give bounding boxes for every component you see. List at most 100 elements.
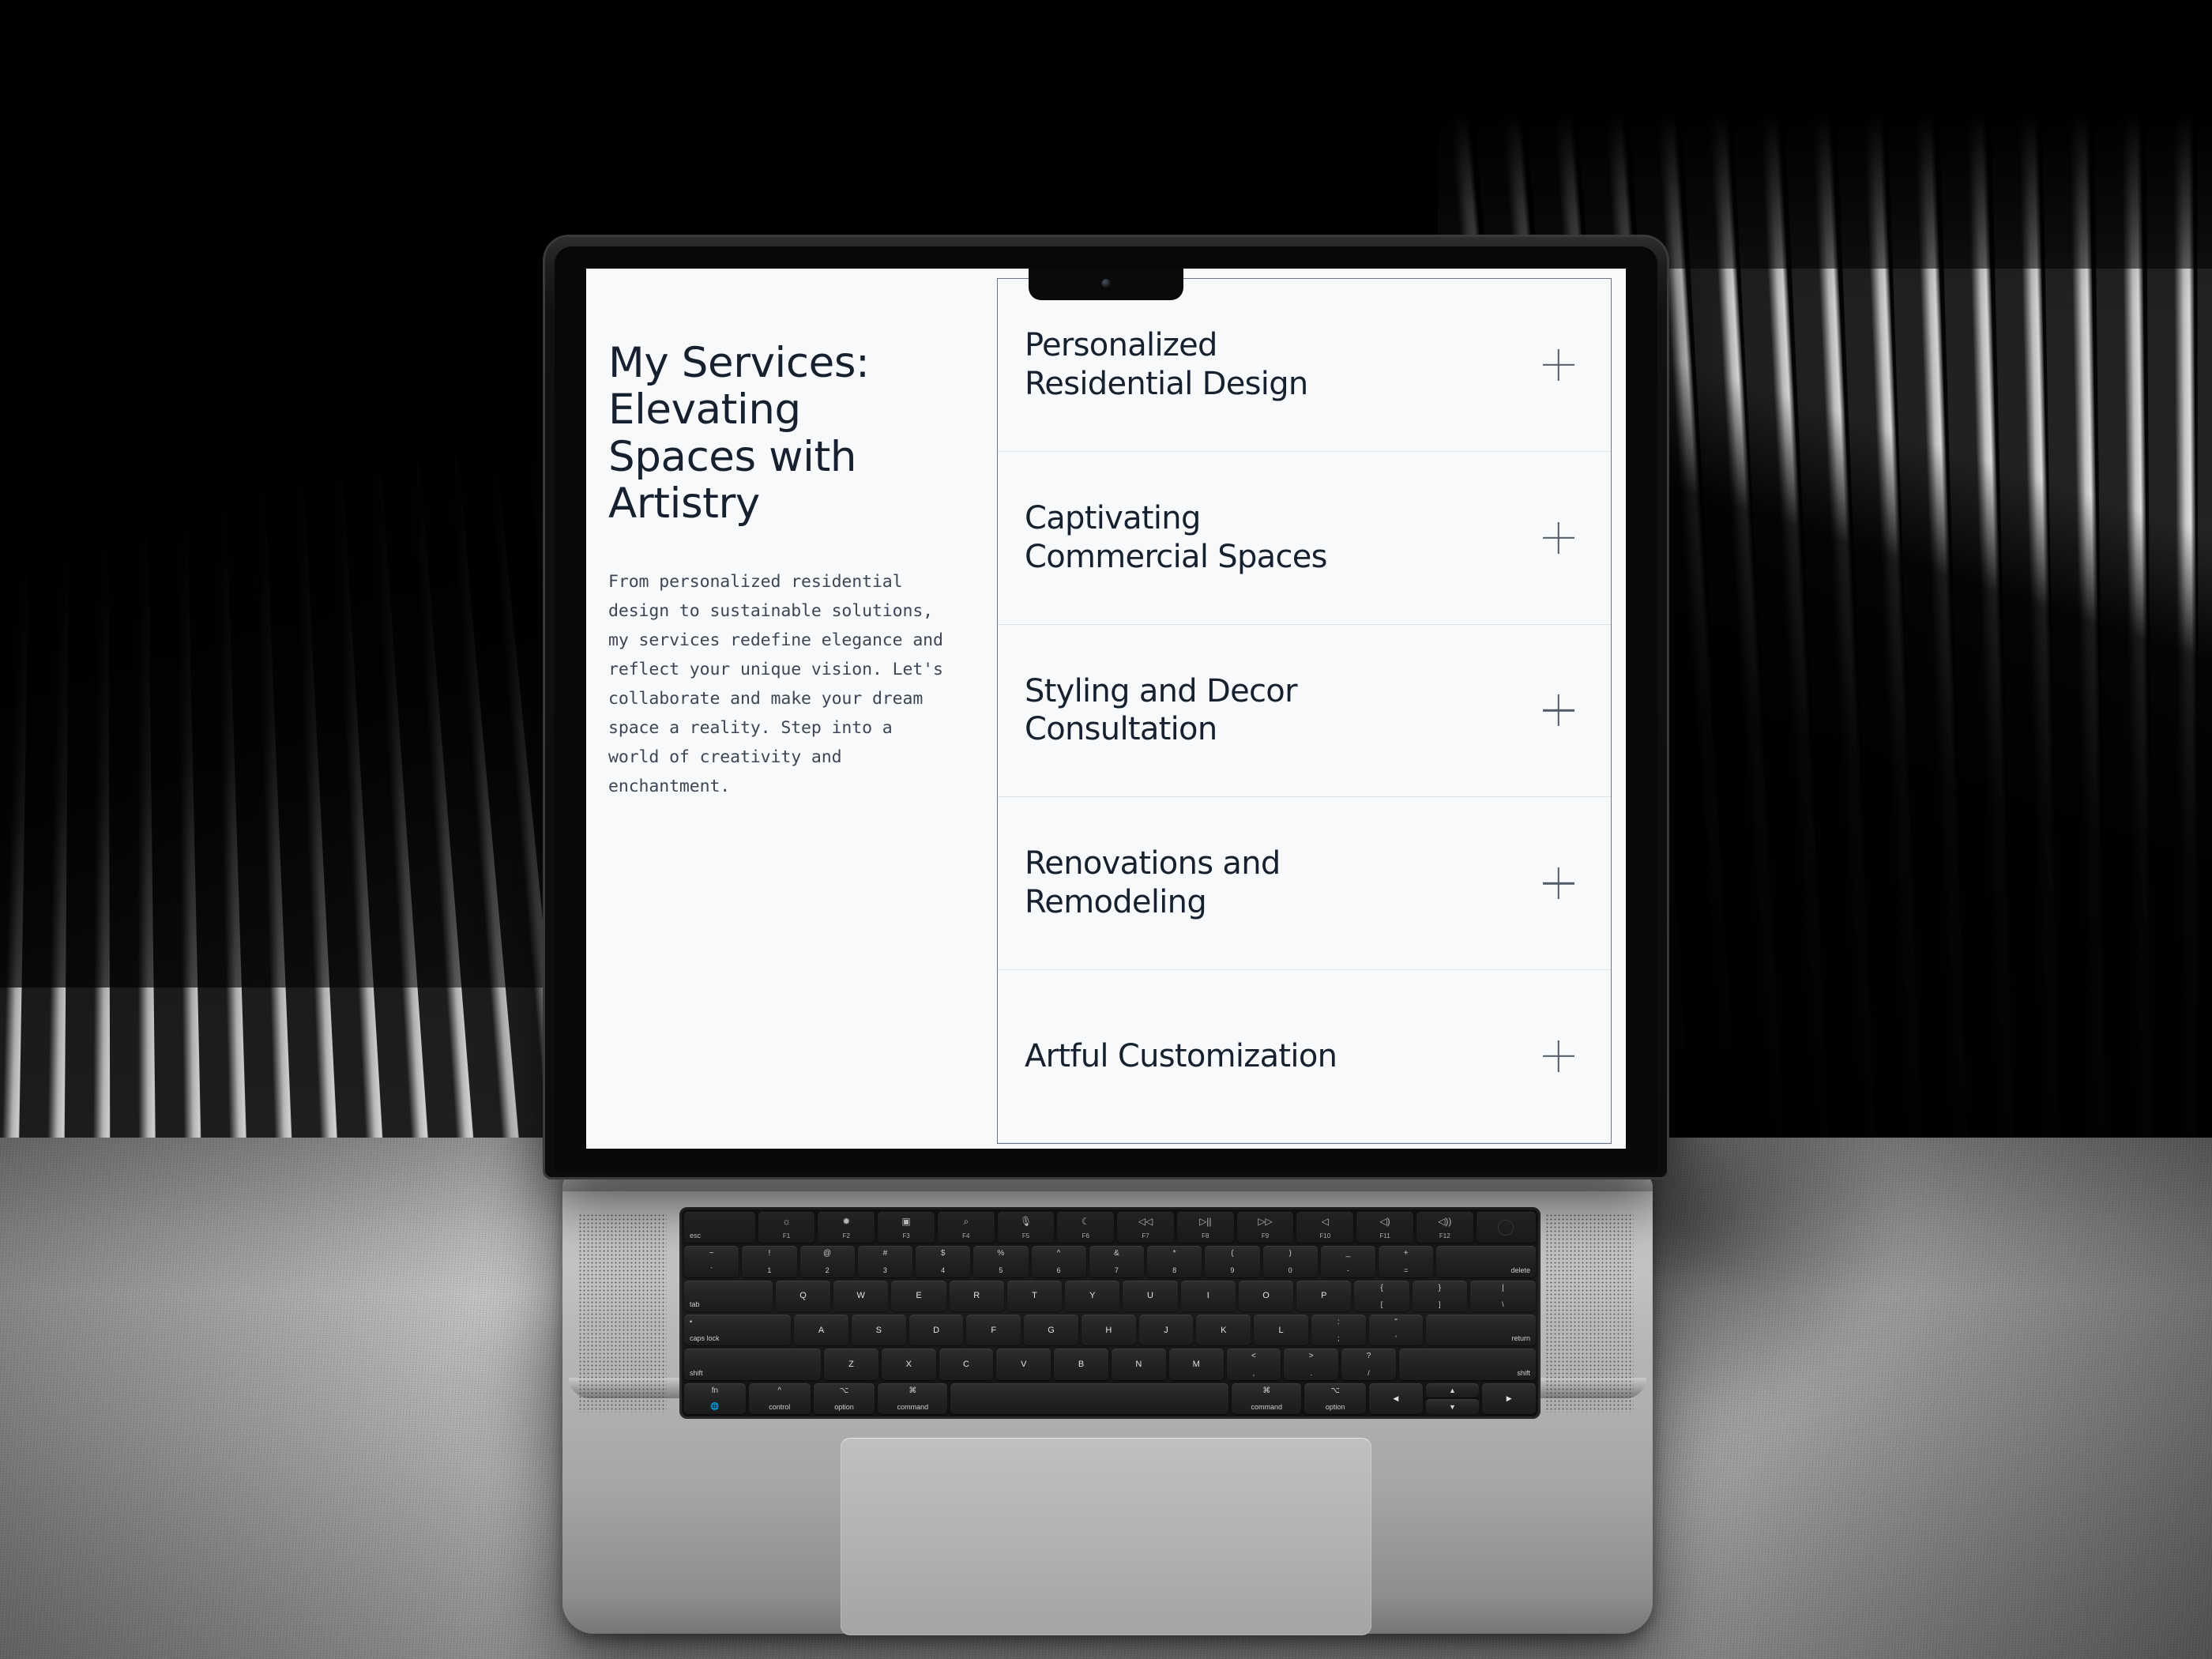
keyboard-key[interactable]: ◀ [1369,1382,1423,1414]
keyboard-key[interactable]: tab [684,1280,773,1311]
keyboard-row-qwerty[interactable]: tab Q W E R T Y U I O P {[}] | \ [684,1280,1536,1311]
keyboard-key[interactable]: V [996,1349,1051,1380]
keyboard-key[interactable]: W [833,1280,889,1311]
keyboard-key[interactable]: F [966,1314,1021,1346]
keyboard-key[interactable]: A [794,1314,848,1346]
keyboard-key[interactable]: ▣ F3 [878,1212,935,1243]
keyboard-key[interactable]: _ - [1320,1246,1375,1277]
keyboard-key[interactable]: • caps lock [684,1314,792,1346]
plus-icon[interactable] [1543,522,1574,554]
keyboard-key[interactable]: ▷|| F8 [1176,1212,1234,1243]
accordion-row[interactable]: Captivating Commercial Spaces [998,452,1611,625]
keyboard-key[interactable]: " ' [1368,1314,1424,1346]
keyboard-key[interactable]: shift [1398,1349,1536,1380]
keyboard-key[interactable]: return [1426,1314,1537,1346]
keyboard-key[interactable]: $4 [916,1246,971,1277]
keyboard-key[interactable]: J [1138,1314,1194,1346]
keyboard-key[interactable]: O [1238,1280,1294,1311]
keyboard-key[interactable]: Q [775,1280,831,1311]
keyboard-key[interactable]: & 7 [1089,1246,1144,1277]
keyboard-key[interactable]: >. [1284,1349,1339,1380]
keyboard-key[interactable]: ) 0 [1262,1246,1318,1277]
keyboard-key[interactable]: I [1180,1280,1236,1311]
keyboard-key[interactable]: ▶ [1482,1382,1536,1414]
keyboard-key[interactable]: R [949,1280,1004,1311]
arrow-up-icon[interactable]: ▲ [1425,1382,1480,1398]
keyboard-key[interactable]: ▷▷ F9 [1236,1212,1294,1243]
accordion-row[interactable]: Styling and Decor Consultation [998,625,1611,798]
keyboard-key[interactable]: ⌕ F4 [937,1212,995,1243]
keyboard-key[interactable]: ✹ F2 [818,1212,875,1243]
accordion-row[interactable]: Renovations and Remodeling [998,797,1611,971]
keyboard-key[interactable]: ^ 6 [1031,1246,1086,1277]
keyboard-key[interactable]: G [1024,1314,1078,1346]
keyboard-key[interactable]: S [851,1314,906,1346]
arrow-down-icon[interactable]: ▼ [1425,1399,1480,1414]
keyboard-key[interactable]: ^ control [748,1382,811,1414]
keyboard-key[interactable]: ⌘ command [1232,1382,1302,1414]
keyboard-key[interactable]: 🎙 F5 [997,1212,1055,1243]
keyboard-key[interactable]: D [908,1314,964,1346]
plus-icon[interactable] [1543,1040,1574,1072]
keyboard-key[interactable]: ? / [1341,1349,1396,1380]
keyboard-key[interactable]: ⌥ option [813,1382,875,1414]
plus-icon[interactable] [1543,694,1574,726]
keyboard[interactable]: esc ☼ F1 ✹ F2 ▣ F3 ⌕ F4 🎙 F5 ☾ F6 ◁◁ F7 ▷|| F8 ▷▷ F9 ◁ F10 ◁)… [679,1207,1540,1419]
keyboard-key[interactable]: fn 🌐 [684,1382,746,1414]
plus-icon[interactable] [1543,349,1574,381]
keyboard-key[interactable]: <, [1226,1349,1281,1380]
keyboard-key[interactable]: shift [684,1349,822,1380]
keyboard-key[interactable]: | \ [1469,1280,1536,1311]
keyboard-key[interactable]: % 5 [973,1246,1029,1277]
keyboard-key[interactable]: ! 1 [742,1246,797,1277]
keyboard-key[interactable]: N [1111,1349,1166,1380]
key-shift-label: ^ [1056,1249,1061,1258]
keyboard-key[interactable]: K [1196,1314,1251,1346]
keyboard-key[interactable]: U [1123,1280,1178,1311]
arrow-up-down-keys[interactable]: ▲ ▼ [1425,1382,1480,1414]
keyboard-key[interactable]: Z [824,1349,878,1380]
keyboard-key[interactable]: ☼ F1 [758,1212,815,1243]
keyboard-key[interactable]: + = [1379,1246,1434,1277]
plus-icon[interactable] [1543,867,1574,899]
keyboard-key[interactable]: }] [1412,1280,1467,1311]
keyboard-key[interactable]: L [1254,1314,1308,1346]
keyboard-key[interactable]: #3 [857,1246,912,1277]
keyboard-key[interactable]: ◁)) F12 [1416,1212,1473,1243]
keyboard-key[interactable]: ◁) F11 [1356,1212,1413,1243]
keyboard-key[interactable]: ◁◁ F7 [1117,1212,1174,1243]
keyboard-key[interactable]: delete [1436,1246,1536,1277]
keyboard-key[interactable]: @2 [799,1246,855,1277]
keyboard-row-home[interactable]: • caps lock A S D F G H J K L:; " ' return [684,1314,1537,1346]
accordion-row-label: Styling and Decor Consultation [1025,672,1298,748]
keyboard-key[interactable]: :; [1311,1314,1366,1346]
keyboard-row-numbers[interactable]: ~ `! 1 @2 #3 $4% 5 ^ 6 & 7 * 8(9) 0 _ - + = delete [684,1246,1536,1277]
keyboard-key[interactable] [1476,1212,1537,1243]
trackpad[interactable] [841,1438,1371,1635]
keyboard-key[interactable]: (9 [1205,1246,1260,1277]
keyboard-key[interactable]: M [1168,1349,1224,1380]
keyboard-key[interactable]: Y [1065,1280,1120,1311]
keyboard-key[interactable]: B [1054,1349,1108,1380]
keyboard-key[interactable]: esc [684,1212,755,1243]
keyboard-key[interactable]: ◁ F10 [1296,1212,1354,1243]
keyboard-row-zxcv[interactable]: shift Z X C V B N M <, >.? / shift [684,1349,1536,1380]
keyboard-key[interactable]: X [881,1349,936,1380]
keyboard-key[interactable]: C [939,1349,994,1380]
keyboard-key[interactable]: * 8 [1147,1246,1202,1277]
keyboard-key[interactable]: H [1081,1314,1136,1346]
accordion-row[interactable]: Artful Customization [998,970,1611,1143]
keyboard-row-function[interactable]: esc ☼ F1 ✹ F2 ▣ F3 ⌕ F4 🎙 F5 ☾ F6 ◁◁ F7 ▷|| F8 ▷▷ F9 ◁ F10 ◁)… [684,1212,1537,1243]
keyboard-key[interactable]: E [891,1280,946,1311]
keyboard-key[interactable]: {[ [1354,1280,1409,1311]
keyboard-key[interactable]: P [1296,1280,1352,1311]
keyboard-key[interactable]: T [1006,1280,1063,1311]
keyboard-key[interactable]: ☾ F6 [1057,1212,1115,1243]
services-accordion[interactable]: Personalized Residential Design Captivati… [997,278,1612,1144]
accordion-row[interactable]: Personalized Residential Design [998,279,1611,452]
keyboard-key[interactable] [950,1382,1229,1414]
keyboard-key[interactable]: ⌘ command [878,1382,948,1414]
keyboard-key[interactable]: ~ ` [684,1246,739,1277]
keyboard-row-modifiers[interactable]: fn 🌐 ^ control ⌥ option ⌘ command ⌘ command ⌥ optio… [684,1382,1536,1414]
keyboard-key[interactable]: ⌥ option [1304,1382,1367,1414]
